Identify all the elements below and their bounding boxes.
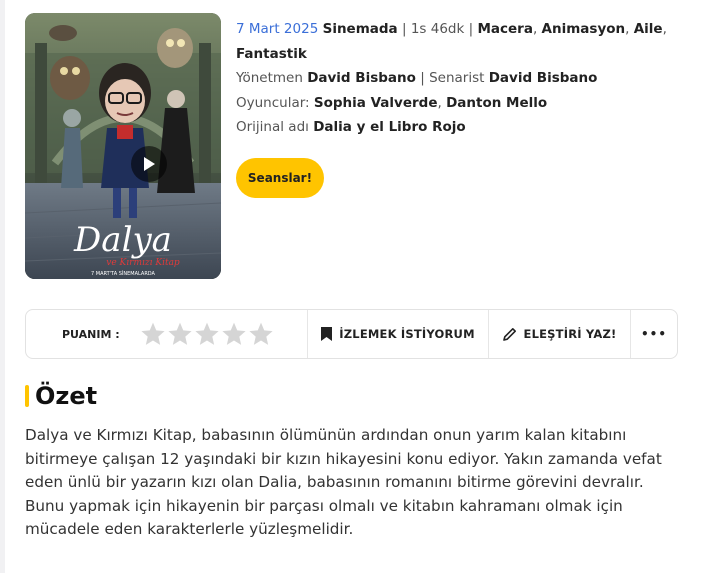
duration: 1s 46dk (410, 21, 465, 37)
sessions-button[interactable]: Seanslar! (236, 158, 324, 198)
movie-poster[interactable]: Dalya ve Kırmızı Kitap 7 MART'TA SİNEMAL… (25, 13, 221, 279)
release-line: 7 Mart 2025 Sinemada | 1s 46dk | Macera,… (236, 21, 667, 37)
watchlist-button[interactable]: İZLEMEK İSTİYORUM (308, 310, 489, 358)
genre-link[interactable]: Fantastik (236, 46, 307, 62)
cast-line: Oyuncular: Sophia Valverde, Danton Mello (236, 94, 548, 111)
left-edge (0, 0, 5, 573)
separator: | (468, 21, 474, 37)
star-icon[interactable] (140, 321, 166, 347)
poster-title-art: Dalya (73, 220, 172, 260)
poster-subtitle-art: ve Kırmızı Kitap (106, 258, 180, 268)
crew-line: Yönetmen David Bisbano | Senarist David … (236, 66, 706, 91)
separator: | (420, 70, 425, 86)
action-bar: PUANIM : İZLEMEK İSTİYORUM ELEŞTİRİ YAZ!… (25, 309, 678, 359)
cast-label: Oyuncular: (236, 94, 310, 111)
original-title-label: Orijinal adı (236, 119, 309, 135)
genre-link[interactable]: Aile (634, 21, 663, 37)
pencil-icon (502, 328, 516, 341)
more-icon: ••• (640, 327, 667, 341)
watchlist-label: İZLEMEK İSTİYORUM (339, 327, 475, 341)
write-review-button[interactable]: ELEŞTİRİ YAZ! (489, 310, 631, 358)
release-line-cont: Fantastik (236, 42, 706, 67)
star-icon[interactable] (167, 321, 193, 347)
separator: | (401, 21, 407, 37)
genre-link[interactable]: Animasyon (542, 21, 626, 37)
heading-accent-bar (25, 385, 29, 407)
poster-release-art: 7 MART'TA SİNEMALARDA (91, 270, 156, 277)
star-icon[interactable] (221, 321, 247, 347)
cast-link[interactable]: Sophia Valverde (314, 95, 438, 111)
star-icon[interactable] (248, 321, 274, 347)
write-review-label: ELEŞTİRİ YAZ! (523, 327, 617, 341)
summary-title: Özet (35, 382, 98, 410)
play-icon (144, 157, 155, 171)
cast-link[interactable]: Danton Mello (446, 95, 547, 111)
summary-heading: Özet (25, 382, 97, 410)
summary-text: Dalya ve Kırmızı Kitap, babasının ölümün… (25, 426, 662, 538)
poster-artwork: Dalya ve Kırmızı Kitap 7 MART'TA SİNEMAL… (25, 13, 221, 279)
rating-stars (140, 321, 274, 347)
star-icon[interactable] (194, 321, 220, 347)
play-trailer-button[interactable] (131, 146, 167, 182)
original-title: Dalia y el Libro Rojo (313, 119, 466, 135)
rating-section: PUANIM : (26, 310, 308, 358)
original-title-line: Orijinal adı Dalia y el Libro Rojo (236, 115, 706, 140)
director-link[interactable]: David Bisbano (307, 70, 416, 86)
more-options-button[interactable]: ••• (631, 310, 677, 358)
bookmark-icon (321, 327, 333, 341)
writer-link[interactable]: David Bisbano (489, 70, 598, 86)
genre-link[interactable]: Macera (477, 21, 532, 37)
writer-label: Senarist (429, 70, 485, 86)
rating-label: PUANIM : (62, 327, 120, 341)
release-date[interactable]: 7 Mart 2025 (236, 21, 318, 37)
release-status: Sinemada (322, 21, 398, 37)
movie-info: 7 Mart 2025 Sinemada | 1s 46dk | Macera,… (236, 17, 706, 140)
director-label: Yönetmen (236, 70, 303, 86)
